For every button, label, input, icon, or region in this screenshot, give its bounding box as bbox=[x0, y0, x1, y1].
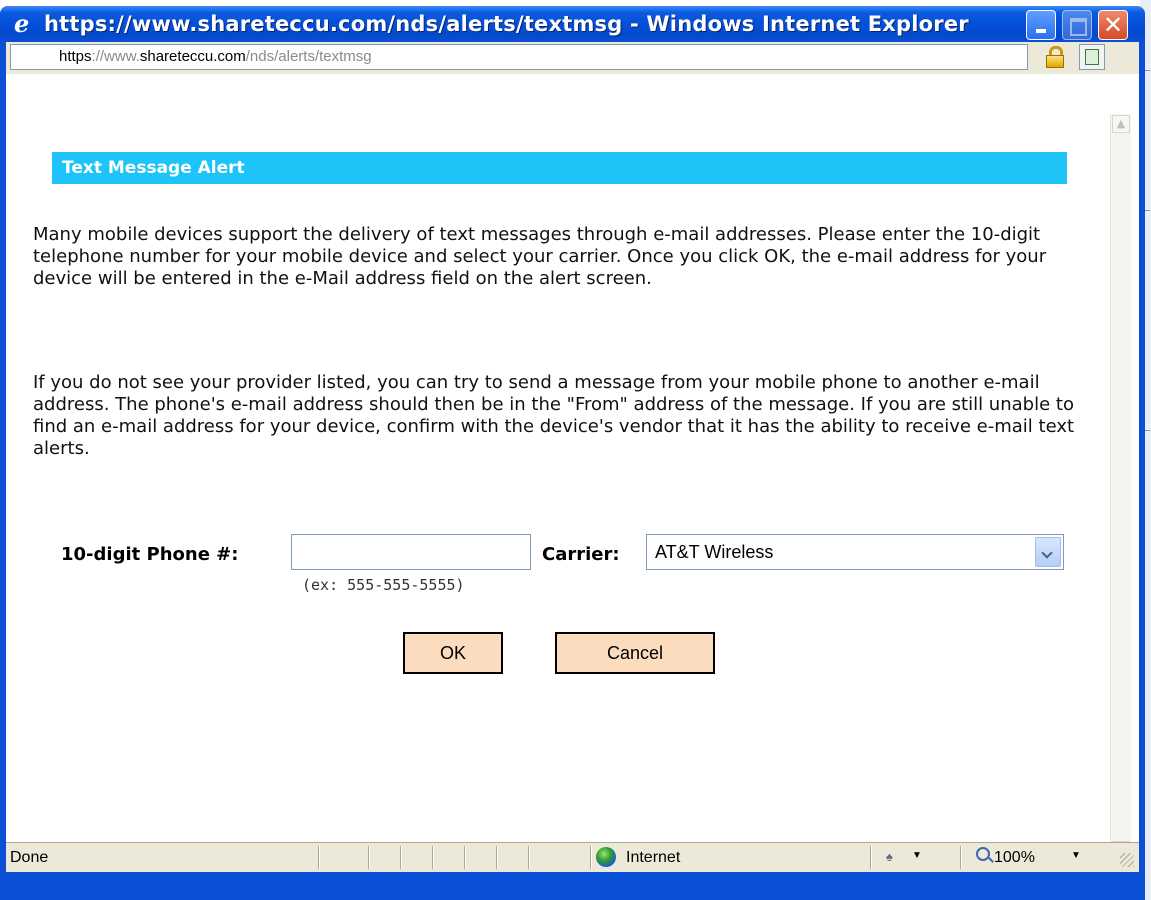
url-separator: ://www. bbox=[91, 48, 140, 65]
security-zone: Internet bbox=[626, 849, 681, 866]
address-bar: https://www.shareteccu.com/nds/alerts/te… bbox=[6, 42, 1139, 74]
status-divider bbox=[496, 846, 498, 869]
scroll-up-icon[interactable]: ▲ bbox=[1112, 115, 1130, 133]
minimize-button[interactable] bbox=[1026, 10, 1056, 40]
page-report-icon[interactable] bbox=[1079, 44, 1105, 70]
url-field[interactable]: https://www.shareteccu.com/nds/alerts/te… bbox=[10, 44, 1028, 70]
status-divider bbox=[590, 846, 592, 869]
status-divider bbox=[432, 846, 434, 869]
status-divider bbox=[870, 846, 872, 869]
maximize-button bbox=[1062, 10, 1092, 40]
carrier-label: Carrier: bbox=[542, 544, 620, 565]
status-divider bbox=[464, 846, 466, 869]
zoom-icon[interactable] bbox=[976, 847, 990, 861]
page-content: Text Message Alert Many mobile devices s… bbox=[6, 74, 1139, 860]
status-divider bbox=[528, 846, 530, 869]
status-text: Done bbox=[10, 849, 49, 866]
title-bar[interactable]: e https://www.shareteccu.com/nds/alerts/… bbox=[0, 6, 1145, 42]
carrier-selected-value: AT&T Wireless bbox=[655, 542, 774, 562]
intro-paragraph: Many mobile devices support the delivery… bbox=[33, 224, 1047, 289]
window-title: https://www.shareteccu.com/nds/alerts/te… bbox=[44, 12, 969, 36]
chevron-down-icon[interactable]: ▼ bbox=[912, 850, 922, 861]
phone-label: 10-digit Phone #: bbox=[61, 544, 239, 565]
zoom-level[interactable]: 100% bbox=[994, 849, 1035, 867]
url-path: /nds/alerts/textmsg bbox=[245, 48, 372, 65]
vertical-scrollbar[interactable]: ▲ ▼ bbox=[1110, 114, 1131, 860]
chevron-down-icon[interactable]: ▼ bbox=[1071, 850, 1081, 861]
close-button[interactable]: ✕ bbox=[1098, 10, 1128, 40]
browser-window: e https://www.shareteccu.com/nds/alerts/… bbox=[0, 6, 1145, 900]
close-icon: ✕ bbox=[1102, 11, 1124, 39]
status-divider bbox=[960, 846, 962, 869]
status-divider bbox=[368, 846, 370, 869]
internet-explorer-icon: e bbox=[14, 9, 30, 38]
help-paragraph: If you do not see your provider listed, … bbox=[33, 372, 1075, 459]
phone-hint: (ex: 555-555-5555) bbox=[302, 576, 465, 594]
lock-icon[interactable] bbox=[1046, 46, 1064, 68]
globe-icon bbox=[596, 847, 616, 867]
alert-header: Text Message Alert bbox=[52, 152, 1067, 184]
url-host: shareteccu.com bbox=[139, 48, 246, 65]
cancel-button[interactable]: Cancel bbox=[555, 632, 715, 674]
protected-mode-icon[interactable]: ♠ bbox=[886, 849, 904, 865]
phone-input[interactable] bbox=[291, 534, 531, 570]
resize-grip-icon[interactable] bbox=[1120, 853, 1134, 867]
chevron-down-icon[interactable] bbox=[1035, 537, 1061, 567]
status-divider bbox=[400, 846, 402, 869]
carrier-select[interactable]: AT&T Wireless bbox=[646, 534, 1064, 570]
status-bar: Done Internet ♠ ▼ 100% ▼ bbox=[6, 842, 1139, 872]
ok-button[interactable]: OK bbox=[403, 632, 503, 674]
url-scheme: https bbox=[59, 48, 92, 65]
status-divider bbox=[318, 846, 320, 869]
